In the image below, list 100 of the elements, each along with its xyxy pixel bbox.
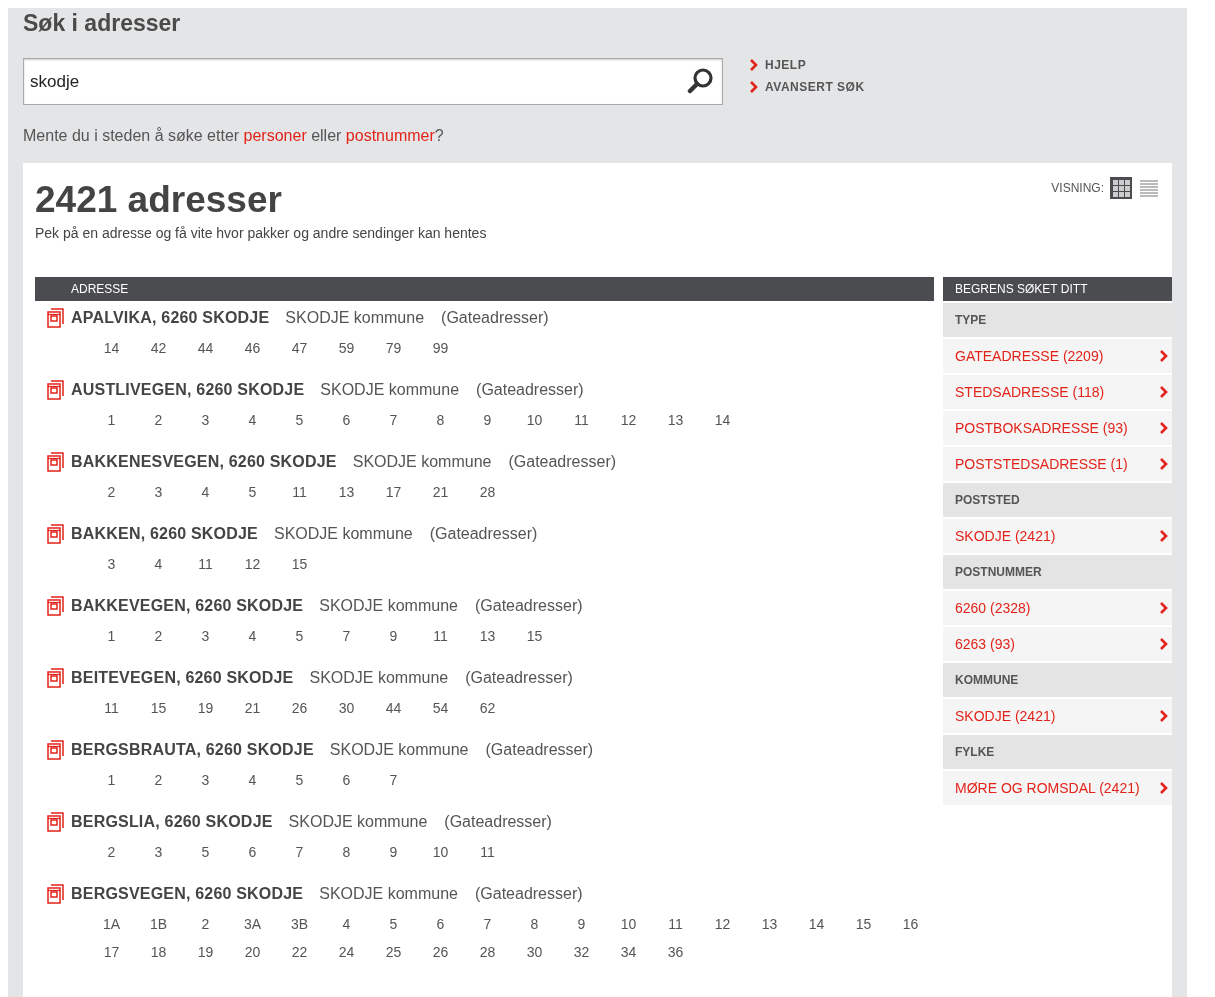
house-number[interactable]: 9 [464,406,511,434]
filter-option[interactable]: POSTSTEDSADRESSE (1) [943,447,1172,481]
house-number[interactable]: 42 [135,334,182,362]
house-number[interactable]: 62 [464,694,511,722]
search-icon[interactable] [687,67,715,95]
house-number[interactable]: 26 [276,694,323,722]
address-name[interactable]: BERGSLIA, 6260 SKODJE [71,813,273,831]
house-number[interactable]: 3 [182,622,229,650]
filter-option[interactable]: 6260 (2328) [943,591,1172,625]
house-number[interactable]: 12 [605,406,652,434]
address-name[interactable]: BAKKEN, 6260 SKODJE [71,525,258,543]
house-number[interactable]: 54 [417,694,464,722]
house-number[interactable]: 6 [323,406,370,434]
house-number[interactable]: 3B [276,910,323,938]
house-number[interactable]: 11 [417,622,464,650]
house-number[interactable]: 24 [323,938,370,966]
house-number[interactable]: 44 [182,334,229,362]
house-number[interactable]: 17 [88,938,135,966]
filter-option[interactable]: SKODJE (2421) [943,699,1172,733]
house-number[interactable]: 10 [511,406,558,434]
filter-option[interactable]: GATEADRESSE (2209) [943,339,1172,373]
house-number[interactable]: 11 [276,478,323,506]
house-number[interactable]: 12 [699,910,746,938]
house-number[interactable]: 1B [135,910,182,938]
house-number[interactable]: 10 [417,838,464,866]
house-number[interactable]: 13 [746,910,793,938]
address-name[interactable]: BERGSVEGEN, 6260 SKODJE [71,885,304,903]
house-number[interactable]: 11 [464,838,511,866]
house-number[interactable]: 3 [135,838,182,866]
house-number[interactable]: 18 [135,938,182,966]
house-number[interactable]: 9 [558,910,605,938]
house-number[interactable]: 1 [88,406,135,434]
house-number[interactable]: 5 [182,838,229,866]
house-number[interactable]: 19 [182,938,229,966]
house-number[interactable]: 11 [182,550,229,578]
house-number[interactable]: 2 [135,406,182,434]
address-name[interactable]: BAKKEVEGEN, 6260 SKODJE [71,597,304,615]
house-number[interactable]: 2 [182,910,229,938]
house-number[interactable]: 8 [511,910,558,938]
house-number[interactable]: 14 [793,910,840,938]
house-number[interactable]: 20 [229,938,276,966]
house-number[interactable]: 7 [464,910,511,938]
house-number[interactable]: 13 [323,478,370,506]
house-number[interactable]: 99 [417,334,464,362]
house-number[interactable]: 2 [88,838,135,866]
address-name[interactable]: BEITEVEGEN, 6260 SKODJE [71,669,294,687]
house-number[interactable]: 3 [88,550,135,578]
house-number[interactable]: 3 [135,478,182,506]
house-number[interactable]: 36 [652,938,699,966]
house-number[interactable]: 4 [229,406,276,434]
house-number[interactable]: 10 [605,910,652,938]
house-number[interactable]: 8 [417,406,464,434]
filter-option[interactable]: SKODJE (2421) [943,519,1172,553]
address-name[interactable]: APALVIKA, 6260 SKODJE [71,309,270,327]
house-number[interactable]: 5 [276,622,323,650]
filter-option[interactable]: STEDSADRESSE (118) [943,375,1172,409]
house-number[interactable]: 15 [840,910,887,938]
house-number[interactable]: 8 [323,838,370,866]
house-number[interactable]: 14 [88,334,135,362]
filter-option[interactable]: POSTBOKSADRESSE (93) [943,411,1172,445]
house-number[interactable]: 21 [417,478,464,506]
address-name[interactable]: BERGSBRAUTA, 6260 SKODJE [71,741,314,759]
suggestion-link[interactable]: personer [243,127,307,144]
house-number[interactable]: 11 [88,694,135,722]
house-number[interactable]: 2 [88,478,135,506]
house-number[interactable]: 13 [652,406,699,434]
house-number[interactable]: 59 [323,334,370,362]
house-number[interactable]: 46 [229,334,276,362]
house-number[interactable]: 4 [323,910,370,938]
house-number[interactable]: 14 [699,406,746,434]
house-number[interactable]: 3A [229,910,276,938]
house-number[interactable]: 3 [182,766,229,794]
side-link[interactable]: HJELP [750,58,865,72]
house-number[interactable]: 15 [276,550,323,578]
house-number[interactable]: 7 [323,622,370,650]
house-number[interactable]: 4 [229,622,276,650]
house-number[interactable]: 26 [417,938,464,966]
house-number[interactable]: 44 [370,694,417,722]
house-number[interactable]: 1 [88,622,135,650]
search-field[interactable]: skodje [23,58,723,105]
house-number[interactable]: 11 [558,406,605,434]
house-number[interactable]: 30 [511,938,558,966]
house-number[interactable]: 13 [464,622,511,650]
house-number[interactable]: 15 [135,694,182,722]
house-number[interactable]: 6 [323,766,370,794]
house-number[interactable]: 32 [558,938,605,966]
house-number[interactable]: 79 [370,334,417,362]
house-number[interactable]: 11 [652,910,699,938]
house-number[interactable]: 5 [276,766,323,794]
house-number[interactable]: 6 [229,838,276,866]
suggestion-link[interactable]: postnummer [345,127,435,144]
house-number[interactable]: 2 [135,622,182,650]
house-number[interactable]: 19 [182,694,229,722]
house-number[interactable]: 3 [182,406,229,434]
house-number[interactable]: 9 [370,622,417,650]
house-number[interactable]: 17 [370,478,417,506]
house-number[interactable]: 12 [229,550,276,578]
house-number[interactable]: 21 [229,694,276,722]
house-number[interactable]: 7 [276,838,323,866]
house-number[interactable]: 5 [276,406,323,434]
